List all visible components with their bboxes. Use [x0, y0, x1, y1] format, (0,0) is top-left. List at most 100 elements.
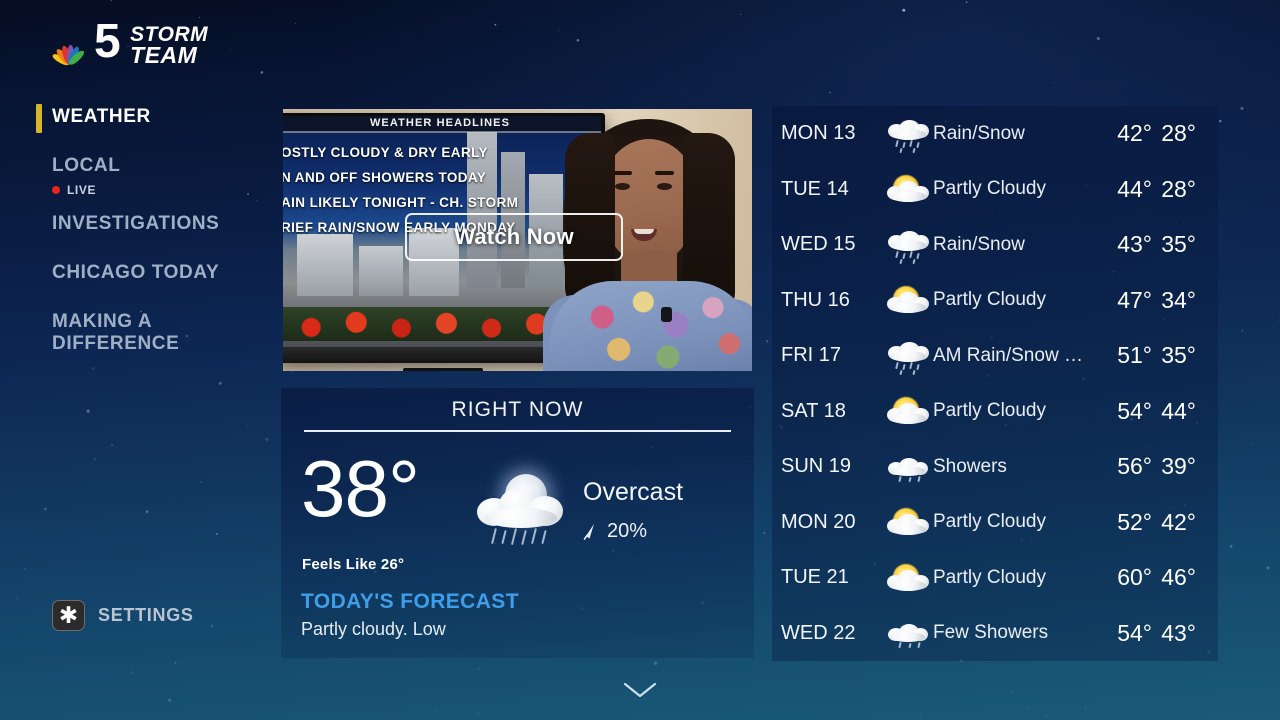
- sidebar-item-label: LOCAL: [52, 155, 121, 176]
- cloud-showers-icon: [885, 617, 933, 649]
- forecast-row[interactable]: WED 15 Rain/Snow 43° 35°: [772, 217, 1218, 273]
- sidebar-item-label: CHICAGO TODAY: [52, 262, 220, 283]
- forecast-day: SAT 18: [781, 399, 846, 422]
- forecast-low: 34°: [1161, 286, 1196, 313]
- weather-headlines-title: WEATHER HEADLINES: [369, 117, 511, 129]
- settings-button[interactable]: ✱ SETTINGS: [52, 600, 194, 631]
- forecast-low: 35°: [1161, 342, 1196, 369]
- sun-cloud-icon: [885, 562, 933, 594]
- forecast-row[interactable]: MON 20 Partly Cloudy 52° 42°: [772, 495, 1218, 551]
- forecast-condition: Partly Cloudy: [933, 511, 1046, 533]
- raindrop-icon: [583, 523, 594, 540]
- forecast-condition: Partly Cloudy: [933, 178, 1046, 200]
- video-player-thumbnail[interactable]: WEATHER HEADLINES OSTLY CLOUDY & DRY EAR…: [283, 109, 752, 371]
- forecast-row[interactable]: TUE 21 Partly Cloudy 60° 46°: [772, 550, 1218, 606]
- current-temperature: 38°: [301, 444, 420, 533]
- forecast-day: TUE 14: [781, 177, 849, 200]
- precipitation-chance: 20%: [583, 520, 647, 543]
- forecast-day: WED 22: [781, 621, 856, 644]
- forecast-day: FRI 17: [781, 344, 842, 367]
- forecast-condition: Rain/Snow: [933, 122, 1025, 144]
- settings-label: SETTINGS: [98, 605, 194, 625]
- cloud-showers-icon: [885, 451, 933, 483]
- cloud-rain-snow-icon: [885, 340, 933, 375]
- headline-line: AIN LIKELY TONIGHT - CH. STORM: [283, 195, 519, 210]
- forecast-day: THU 16: [781, 288, 850, 311]
- forecast-row[interactable]: MON 13 Rain/Snow 42° 28°: [772, 106, 1218, 162]
- forecast-high: 54°: [1117, 397, 1152, 424]
- forecast-row[interactable]: FRI 17 AM Rain/Snow Sho... 51° 35°: [772, 328, 1218, 384]
- sidebar-item-weather[interactable]: WEATHER: [0, 104, 270, 133]
- feels-like-temperature: Feels Like 26°: [302, 556, 405, 573]
- live-label: LIVE: [67, 183, 97, 197]
- watch-now-label: Watch Now: [454, 224, 574, 249]
- sidebar-item-label: WEATHER: [52, 106, 151, 127]
- forecast-high: 60°: [1117, 564, 1152, 591]
- forecast-low: 28°: [1161, 175, 1196, 202]
- forecast-high: 54°: [1117, 619, 1152, 646]
- forecast-row[interactable]: TUE 14 Partly Cloudy 44° 28°: [772, 162, 1218, 218]
- forecast-low: 42°: [1161, 508, 1196, 535]
- forecast-day: TUE 21: [781, 566, 849, 589]
- forecast-day: MON 13: [781, 122, 856, 145]
- live-dot-icon: [52, 186, 60, 194]
- sidebar-item-making-a-difference[interactable]: MAKING A DIFFERENCE: [0, 311, 270, 355]
- sidebar-item-investigations[interactable]: INVESTIGATIONS: [0, 213, 270, 235]
- forecast-condition: Rain/Snow: [933, 233, 1025, 255]
- moon-cloud-rain-icon: [471, 472, 581, 552]
- right-now-card: RIGHT NOW 38° Feels Like 26° Overcast 20…: [281, 388, 754, 658]
- forecast-row[interactable]: SUN 19 Showers 56° 39°: [772, 439, 1218, 495]
- forecast-low: 28°: [1161, 120, 1196, 147]
- forecast-low: 44°: [1161, 397, 1196, 424]
- todays-forecast-text: Partly cloudy. Low: [301, 619, 446, 639]
- sidebar-navigation: WEATHER LOCAL LIVE INVESTIGATIONS CHICAG…: [0, 104, 270, 382]
- sidebar-item-local[interactable]: LOCAL LIVE: [0, 155, 270, 197]
- forecast-high: 56°: [1117, 453, 1152, 480]
- forecast-low: 35°: [1161, 231, 1196, 258]
- forecast-high: 47°: [1117, 286, 1152, 313]
- forecast-day: SUN 19: [781, 455, 852, 478]
- sidebar-item-label: INVESTIGATIONS: [52, 213, 220, 234]
- forecast-low: 46°: [1161, 564, 1196, 591]
- current-condition: Overcast: [583, 478, 684, 506]
- tv-stand: [403, 368, 483, 371]
- forecast-condition: Partly Cloudy: [933, 289, 1046, 311]
- forecast-day: WED 15: [781, 233, 856, 256]
- forecast-low: 39°: [1161, 453, 1196, 480]
- forecast-high: 42°: [1117, 120, 1152, 147]
- headline-line: OSTLY CLOUDY & DRY EARLY: [283, 145, 488, 160]
- sidebar-item-chicago-today[interactable]: CHICAGO TODAY: [0, 262, 270, 284]
- nbc-peacock-icon: [50, 26, 88, 68]
- team-text: TEAM: [130, 42, 198, 68]
- forecast-row[interactable]: SAT 18 Partly Cloudy 54° 44°: [772, 384, 1218, 440]
- brand-logo: 5 STORM TEAM: [50, 15, 208, 68]
- headline-line: N AND OFF SHOWERS TODAY: [283, 170, 487, 185]
- right-now-title: RIGHT NOW: [451, 398, 584, 421]
- forecast-high: 52°: [1117, 508, 1152, 535]
- forecast-condition: Few Showers: [933, 622, 1049, 644]
- forecast-day: MON 20: [781, 510, 856, 533]
- watch-now-button[interactable]: Watch Now: [405, 213, 623, 261]
- sun-cloud-icon: [885, 395, 933, 427]
- sidebar-item-label: MAKING A DIFFERENCE: [52, 311, 180, 354]
- asterisk-icon: ✱: [52, 600, 85, 631]
- forecast-row[interactable]: WED 22 Few Showers 54° 43°: [772, 606, 1218, 662]
- precipitation-value: 20%: [607, 520, 648, 542]
- forecast-high: 44°: [1117, 175, 1152, 202]
- forecast-condition: Showers: [933, 455, 1007, 477]
- forecast-low: 43°: [1161, 619, 1196, 646]
- sun-cloud-icon: [885, 173, 933, 205]
- cloud-rain-snow-icon: [885, 118, 933, 153]
- cloud-rain-snow-icon: [885, 229, 933, 264]
- forecast-row[interactable]: THU 16 Partly Cloudy 47° 34°: [772, 273, 1218, 329]
- forecast-condition: AM Rain/Snow Sho...: [933, 344, 1092, 366]
- sun-cloud-icon: [885, 284, 933, 316]
- forecast-condition: Partly Cloudy: [933, 400, 1046, 422]
- chevron-down-icon[interactable]: [623, 682, 657, 699]
- todays-forecast-heading: TODAY'S FORECAST: [301, 590, 519, 613]
- live-badge: LIVE: [52, 183, 270, 197]
- sun-cloud-icon: [885, 506, 933, 538]
- channel-number: 5: [94, 15, 121, 68]
- forecast-high: 51°: [1117, 342, 1152, 369]
- forecast-condition: Partly Cloudy: [933, 566, 1046, 588]
